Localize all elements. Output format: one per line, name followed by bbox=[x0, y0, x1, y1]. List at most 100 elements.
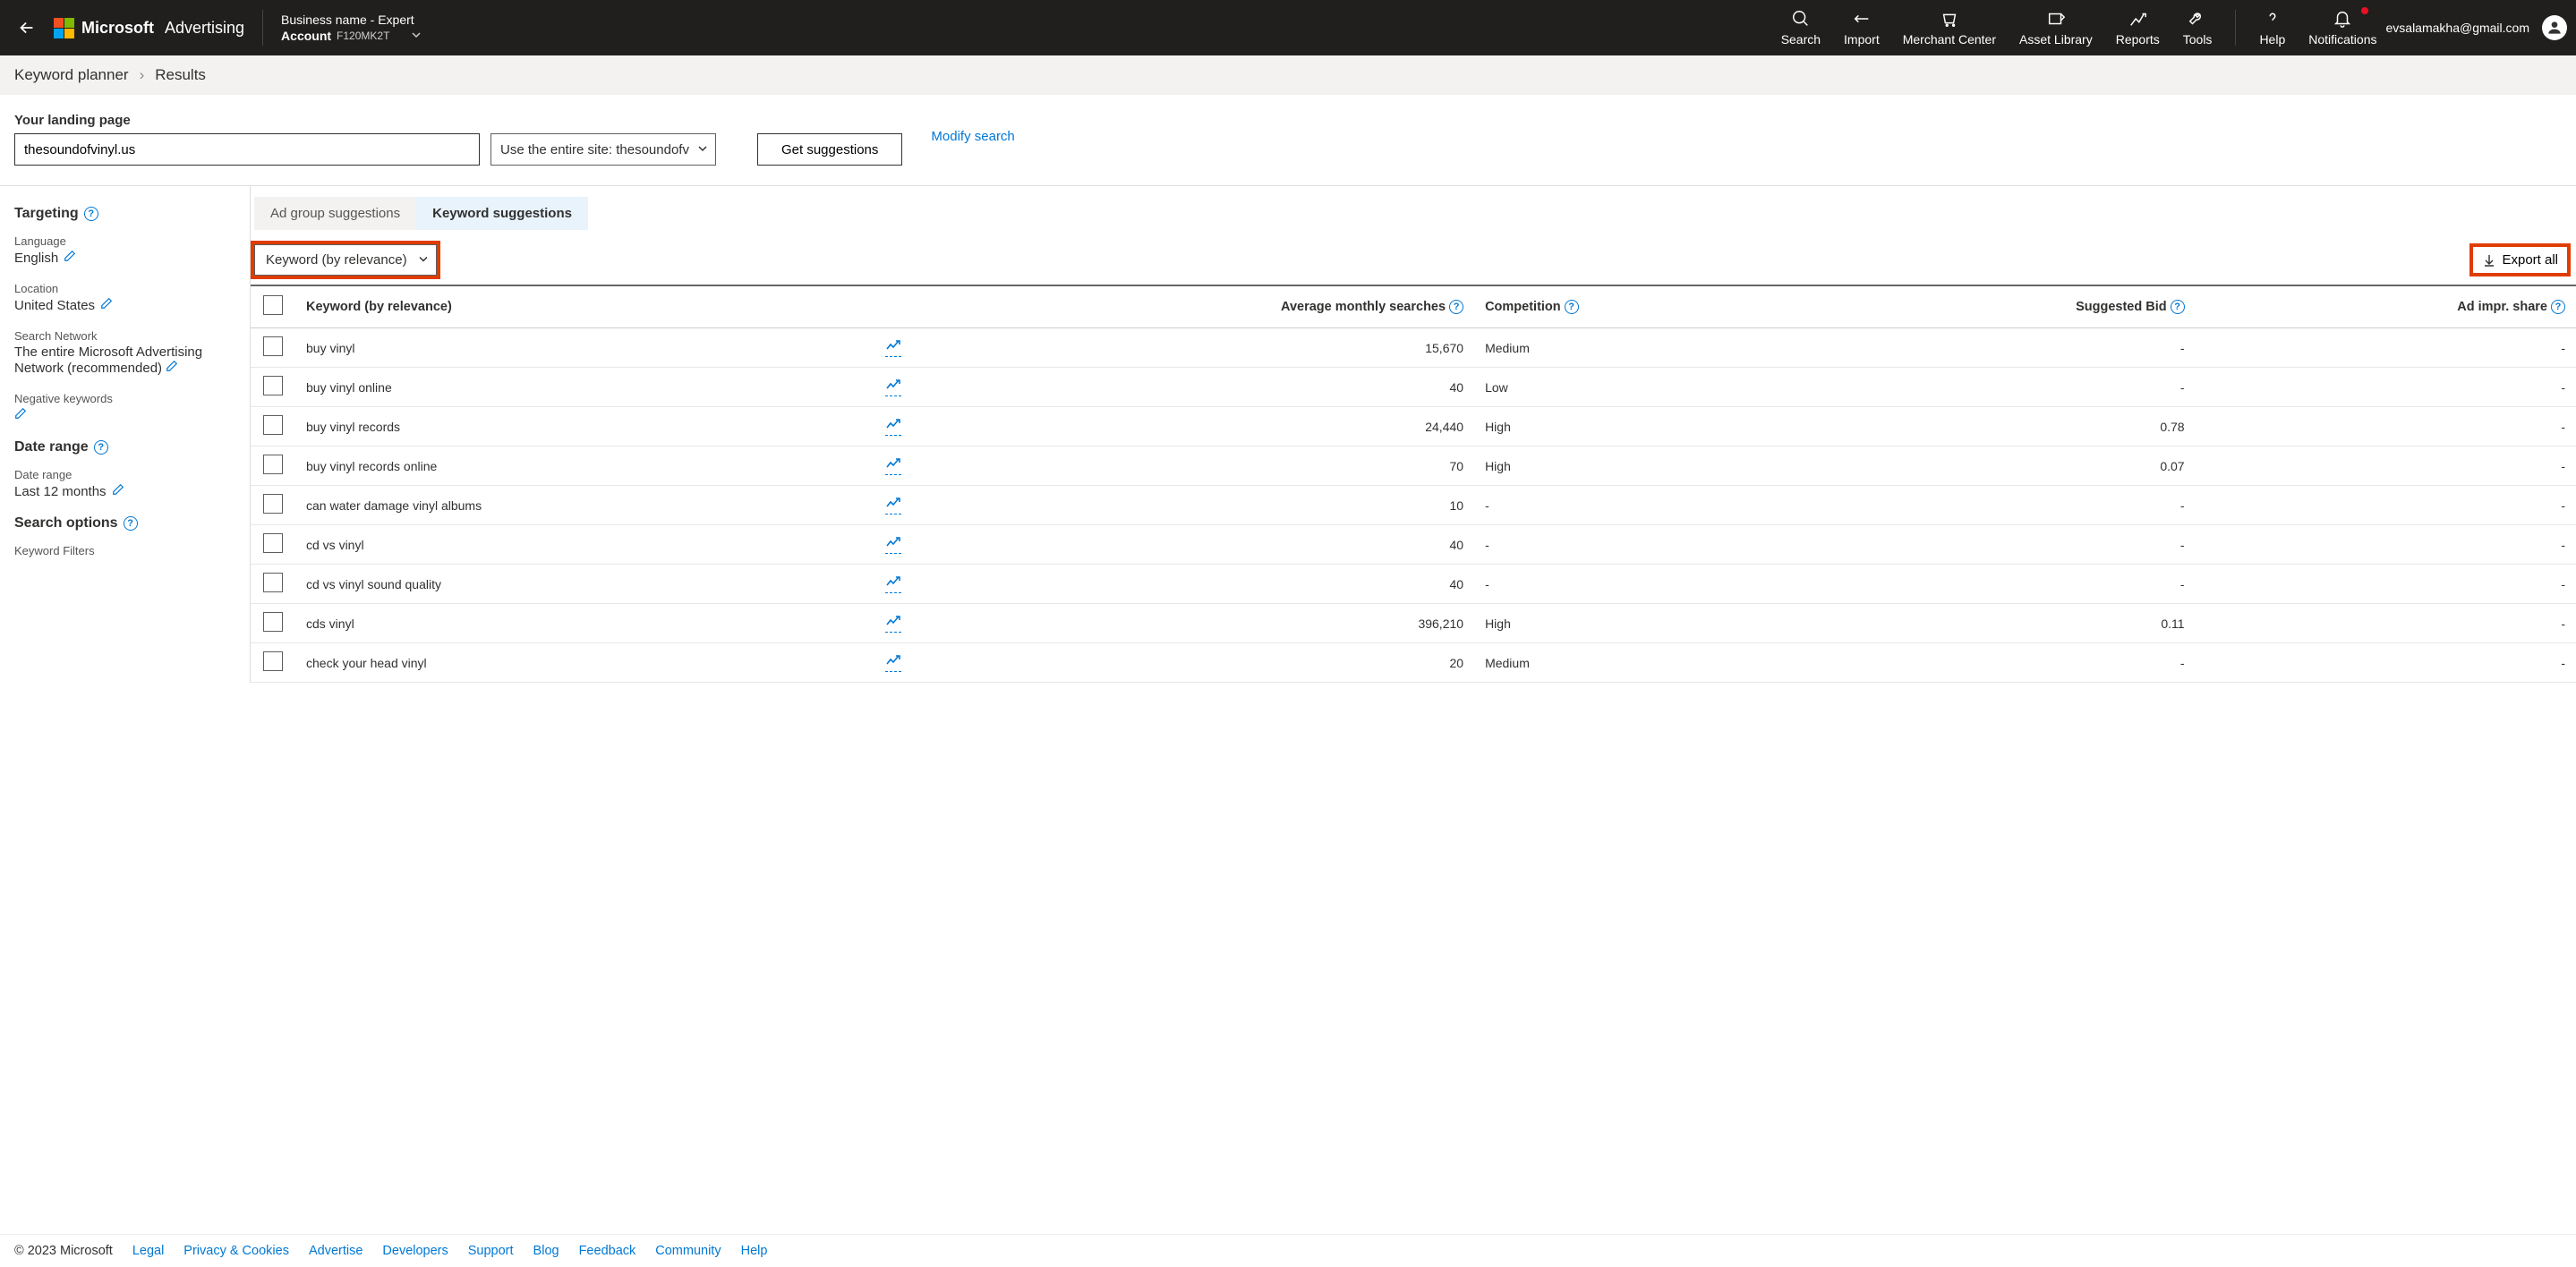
back-button[interactable] bbox=[9, 18, 45, 38]
footer-link[interactable]: Help bbox=[741, 1244, 768, 1258]
edit-language-button[interactable] bbox=[64, 250, 76, 266]
footer-link[interactable]: Legal bbox=[132, 1244, 164, 1258]
nav-tools[interactable]: Tools bbox=[2183, 9, 2213, 47]
trend-icon[interactable] bbox=[885, 378, 901, 396]
sort-dropdown-value: Keyword (by relevance) bbox=[266, 252, 407, 268]
trend-icon[interactable] bbox=[885, 614, 901, 633]
account-switcher[interactable]: Business name - Expert Account F120MK2T bbox=[281, 13, 422, 43]
footer-link[interactable]: Privacy & Cookies bbox=[183, 1244, 289, 1258]
brand-logo[interactable]: Microsoft Advertising bbox=[54, 18, 244, 38]
row-checkbox[interactable] bbox=[263, 336, 283, 356]
nav-notifications[interactable]: Notifications bbox=[2308, 9, 2376, 47]
cell-impr: - bbox=[2196, 368, 2576, 407]
nav-search[interactable]: Search bbox=[1781, 9, 1821, 47]
cell-searches: 24,440 bbox=[874, 407, 1474, 446]
avatar-icon bbox=[2542, 15, 2567, 40]
info-icon[interactable]: ? bbox=[2171, 300, 2185, 314]
nav-import[interactable]: Import bbox=[1844, 9, 1880, 47]
cell-keyword: cd vs vinyl sound quality bbox=[295, 565, 874, 604]
cell-searches: 15,670 bbox=[874, 328, 1474, 368]
row-checkbox[interactable] bbox=[263, 415, 283, 435]
trend-icon[interactable] bbox=[885, 574, 901, 593]
account-label: Account bbox=[281, 29, 331, 43]
edit-network-button[interactable] bbox=[166, 361, 178, 376]
col-searches[interactable]: Average monthly searches? bbox=[874, 285, 1474, 328]
export-all-button[interactable]: Export all bbox=[2473, 247, 2567, 273]
table-row: cds vinyl396,210High0.11- bbox=[251, 604, 2576, 643]
trend-icon[interactable] bbox=[885, 496, 901, 514]
nav-help[interactable]: Help bbox=[2259, 9, 2285, 47]
row-checkbox[interactable] bbox=[263, 494, 283, 514]
header-divider bbox=[2235, 10, 2236, 46]
row-checkbox[interactable] bbox=[263, 573, 283, 592]
nav-asset[interactable]: Asset Library bbox=[2019, 9, 2093, 47]
account-id: F120MK2T bbox=[337, 30, 389, 42]
trend-icon[interactable] bbox=[885, 535, 901, 554]
nav-reports[interactable]: Reports bbox=[2116, 9, 2160, 47]
row-checkbox[interactable] bbox=[263, 376, 283, 395]
chevron-right-icon: › bbox=[140, 66, 145, 84]
trend-icon[interactable] bbox=[885, 456, 901, 475]
cell-searches: 70 bbox=[874, 446, 1474, 486]
site-scope-select[interactable]: Use the entire site: thesoundofv bbox=[490, 133, 716, 166]
cell-searches: 40 bbox=[874, 565, 1474, 604]
footer-link[interactable]: Community bbox=[655, 1244, 721, 1258]
breadcrumb: Keyword planner › Results bbox=[0, 55, 2576, 95]
trend-icon[interactable] bbox=[885, 417, 901, 436]
trend-icon[interactable] bbox=[885, 338, 901, 357]
cell-impr: - bbox=[2196, 565, 2576, 604]
info-icon[interactable]: ? bbox=[124, 516, 138, 531]
row-checkbox[interactable] bbox=[263, 533, 283, 553]
keyword-filters-label: Keyword Filters bbox=[14, 544, 235, 557]
cell-bid: - bbox=[1813, 328, 2196, 368]
info-icon[interactable]: ? bbox=[94, 440, 108, 455]
table-row: can water damage vinyl albums10--- bbox=[251, 486, 2576, 525]
cell-impr: - bbox=[2196, 446, 2576, 486]
info-icon[interactable]: ? bbox=[2551, 300, 2565, 314]
cell-competition: - bbox=[1474, 525, 1813, 565]
landing-page-label: Your landing page bbox=[14, 113, 480, 128]
select-all-checkbox[interactable] bbox=[263, 295, 283, 315]
footer-link[interactable]: Feedback bbox=[579, 1244, 636, 1258]
business-name: Business name - Expert bbox=[281, 13, 422, 27]
breadcrumb-root[interactable]: Keyword planner bbox=[14, 66, 129, 84]
tab-keyword-suggestions[interactable]: Keyword suggestions bbox=[416, 197, 588, 230]
search-options-heading: Search options ? bbox=[14, 515, 235, 531]
row-checkbox[interactable] bbox=[263, 651, 283, 671]
tab-adgroup-suggestions[interactable]: Ad group suggestions bbox=[254, 197, 416, 230]
site-scope-value: Use the entire site: thesoundofv bbox=[500, 142, 689, 157]
col-keyword[interactable]: Keyword (by relevance) bbox=[295, 285, 874, 328]
date-range-label: Date range bbox=[14, 468, 235, 481]
landing-page-input[interactable] bbox=[14, 133, 480, 166]
col-competition[interactable]: Competition? bbox=[1474, 285, 1813, 328]
info-icon[interactable]: ? bbox=[1449, 300, 1463, 314]
footer-link[interactable]: Advertise bbox=[309, 1244, 363, 1258]
row-checkbox[interactable] bbox=[263, 612, 283, 632]
get-suggestions-button[interactable]: Get suggestions bbox=[757, 133, 902, 166]
trend-icon[interactable] bbox=[885, 653, 901, 672]
footer-link[interactable]: Developers bbox=[382, 1244, 448, 1258]
edit-negative-button[interactable] bbox=[14, 407, 27, 423]
footer-link[interactable]: Support bbox=[468, 1244, 514, 1258]
info-icon[interactable]: ? bbox=[1565, 300, 1579, 314]
cell-keyword: buy vinyl bbox=[295, 328, 874, 368]
col-impr[interactable]: Ad impr. share? bbox=[2196, 285, 2576, 328]
cell-keyword: cds vinyl bbox=[295, 604, 874, 643]
nav-asset-label: Asset Library bbox=[2019, 32, 2093, 47]
cell-searches: 396,210 bbox=[874, 604, 1474, 643]
edit-location-button[interactable] bbox=[100, 297, 113, 313]
landing-page-bar: Your landing page Use the entire site: t… bbox=[0, 95, 2576, 186]
col-bid[interactable]: Suggested Bid? bbox=[1813, 285, 2196, 328]
sort-dropdown[interactable]: Keyword (by relevance) bbox=[254, 244, 437, 276]
language-value: English bbox=[14, 251, 58, 266]
info-icon[interactable]: ? bbox=[84, 207, 98, 221]
date-range-value: Last 12 months bbox=[14, 484, 107, 499]
nav-merchant[interactable]: Merchant Center bbox=[1903, 9, 1996, 47]
location-value: United States bbox=[14, 298, 95, 313]
results-toolbar: Keyword (by relevance) Export all bbox=[251, 230, 2576, 285]
row-checkbox[interactable] bbox=[263, 455, 283, 474]
footer-link[interactable]: Blog bbox=[533, 1244, 559, 1258]
edit-date-button[interactable] bbox=[112, 483, 124, 499]
modify-search-link[interactable]: Modify search bbox=[931, 129, 1014, 144]
user-menu[interactable]: evsalamakha@gmail.com bbox=[2386, 15, 2568, 40]
